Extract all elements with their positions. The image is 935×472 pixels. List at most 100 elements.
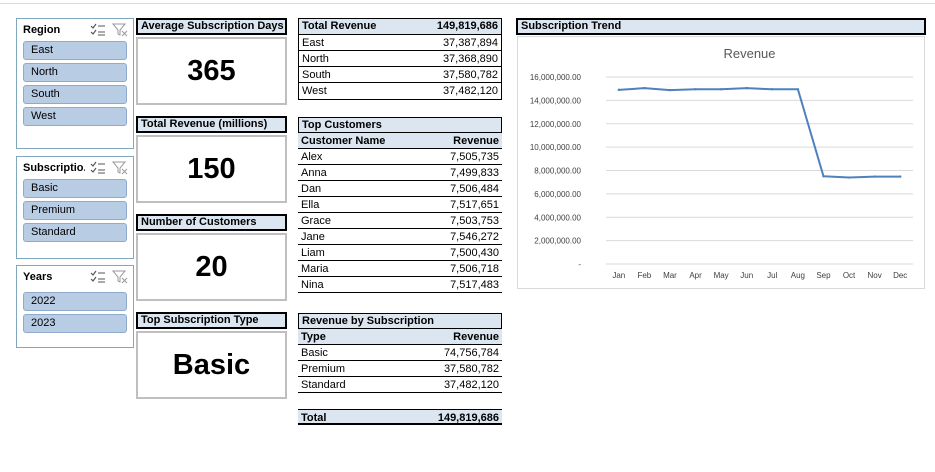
x-tick-label: May	[714, 271, 729, 280]
revenue-line-chart[interactable]: Revenue - 2,000,000.00 4,000,000.00 6,000,00…	[517, 36, 925, 289]
slicer-item-premium[interactable]: Premium	[23, 201, 127, 220]
row-label: West	[302, 85, 327, 97]
data-point	[694, 88, 697, 91]
top-customers-col-header: Customer Name Revenue	[298, 133, 502, 149]
y-tick-label: 4,000,000.00	[534, 213, 581, 222]
row-value: 7,500,430	[450, 247, 499, 259]
chart-svg: Revenue - 2,000,000.00 4,000,000.00 6,000,00…	[530, 46, 913, 280]
total-label: Total	[301, 412, 327, 424]
row-value: 7,503,753	[450, 215, 499, 227]
chart-title: Revenue	[723, 46, 775, 61]
multi-select-icon[interactable]	[89, 22, 107, 38]
data-point	[745, 86, 748, 90]
y-tick-label: 6,000,000.00	[534, 190, 581, 199]
region-slicer-header: Region	[17, 19, 133, 41]
row-label: Liam	[301, 247, 325, 259]
revenue-by-sub-col-header: Type Revenue	[298, 329, 502, 345]
revenue-by-sub-title-text: Revenue by Subscription	[302, 315, 435, 327]
y-tick-label: 10,000,000.00	[530, 143, 582, 152]
table-row: Maria 7,506,718	[298, 261, 502, 277]
region-slicer-title: Region	[23, 24, 61, 36]
years-slicer-title: Years	[23, 271, 53, 283]
multi-select-icon[interactable]	[89, 269, 107, 285]
row-label: Dan	[301, 183, 322, 195]
y-tick-label: 2,000,000.00	[534, 237, 581, 246]
clear-filter-icon[interactable]	[111, 22, 129, 38]
total-revenue-header-value: 149,819,686	[436, 20, 498, 32]
row-value: 7,517,483	[450, 279, 499, 291]
table-row: South 37,580,782	[299, 67, 501, 83]
x-tick-label: Dec	[893, 271, 907, 280]
x-tick-label: Jan	[612, 271, 625, 280]
subscription-trend-title: Subscription Trend	[516, 18, 926, 35]
slicer-item-standard[interactable]: Standard	[23, 223, 127, 242]
multi-select-icon[interactable]	[89, 160, 107, 176]
row-value: 7,506,484	[450, 183, 499, 195]
row-value: 37,580,782	[443, 363, 499, 375]
table-row: East 37,387,894	[299, 35, 501, 51]
avg-days-value: 365	[136, 37, 287, 105]
data-point	[796, 88, 800, 91]
row-value: 7,517,651	[450, 199, 499, 211]
row-label: Basic	[301, 347, 328, 359]
slicer-item-2022[interactable]: 2022	[23, 292, 127, 311]
x-tick-label: Mar	[663, 271, 677, 280]
row-label: Maria	[301, 263, 329, 275]
row-value: 37,482,120	[443, 379, 499, 391]
table-row: Jane 7,546,272	[298, 229, 502, 245]
table-row: Anna 7,499,833	[298, 165, 502, 181]
table-row: Alex 7,505,735	[298, 149, 502, 165]
total-revenue-header: Total Revenue 149,819,686	[299, 19, 501, 35]
data-point	[719, 88, 723, 91]
slicer-item-2023[interactable]: 2023	[23, 314, 127, 333]
row-label: East	[302, 37, 325, 49]
column-guides	[0, 0, 935, 4]
total-revenue-millions-value: 150	[136, 135, 287, 203]
data-point	[873, 175, 876, 178]
data-point	[847, 176, 851, 179]
col-header-value: Revenue	[453, 135, 499, 147]
row-label: Standard	[301, 379, 346, 391]
top-customers-title: Top Customers	[298, 117, 502, 133]
revenue-series-line	[618, 87, 901, 179]
y-tick-label: -	[578, 260, 581, 269]
table-row: Basic 74,756,784	[298, 345, 502, 361]
row-label: Premium	[301, 363, 346, 375]
col-header-type: Type	[301, 331, 326, 343]
subscription-slicer-title: Subscriptio...	[23, 162, 85, 174]
data-point	[822, 175, 825, 178]
data-point	[668, 88, 672, 92]
revenue-by-subscription-table: Revenue by Subscription Type Revenue Bas…	[298, 313, 502, 425]
slicer-item-south[interactable]: South	[23, 85, 127, 104]
slicer-item-west[interactable]: West	[23, 107, 127, 126]
region-slicer: Region East North South West	[16, 18, 134, 149]
x-tick-label: Jul	[767, 271, 777, 280]
x-tick-label: Oct	[843, 271, 856, 280]
x-tick-label: Aug	[791, 271, 805, 280]
avg-days-title: Average Subscription Days	[136, 18, 287, 35]
table-row: Liam 7,500,430	[298, 245, 502, 261]
table-row: Grace 7,503,753	[298, 213, 502, 229]
row-value: 7,546,272	[450, 231, 499, 243]
clear-filter-icon[interactable]	[111, 160, 129, 176]
total-value: 149,819,686	[437, 412, 499, 424]
clear-filter-icon[interactable]	[111, 269, 129, 285]
total-row: Total 149,819,686	[298, 409, 502, 425]
row-label: Ella	[301, 199, 320, 211]
row-label: South	[302, 69, 331, 81]
slicer-item-basic[interactable]: Basic	[23, 179, 127, 198]
slicer-item-north[interactable]: North	[23, 63, 127, 82]
total-revenue-header-label: Total Revenue	[302, 20, 377, 32]
top-customers-title-text: Top Customers	[302, 119, 382, 131]
slicer-item-east[interactable]: East	[23, 41, 127, 60]
y-tick-label: 14,000,000.00	[530, 96, 582, 105]
data-point	[899, 175, 902, 178]
y-tick-label: 12,000,000.00	[530, 120, 582, 129]
years-slicer-header: Years	[17, 266, 133, 288]
top-type-value: Basic	[136, 331, 287, 399]
row-value: 37,580,782	[442, 69, 498, 81]
row-label: Nina	[301, 279, 324, 291]
data-point	[617, 88, 620, 92]
table-row: Ella 7,517,651	[298, 197, 502, 213]
